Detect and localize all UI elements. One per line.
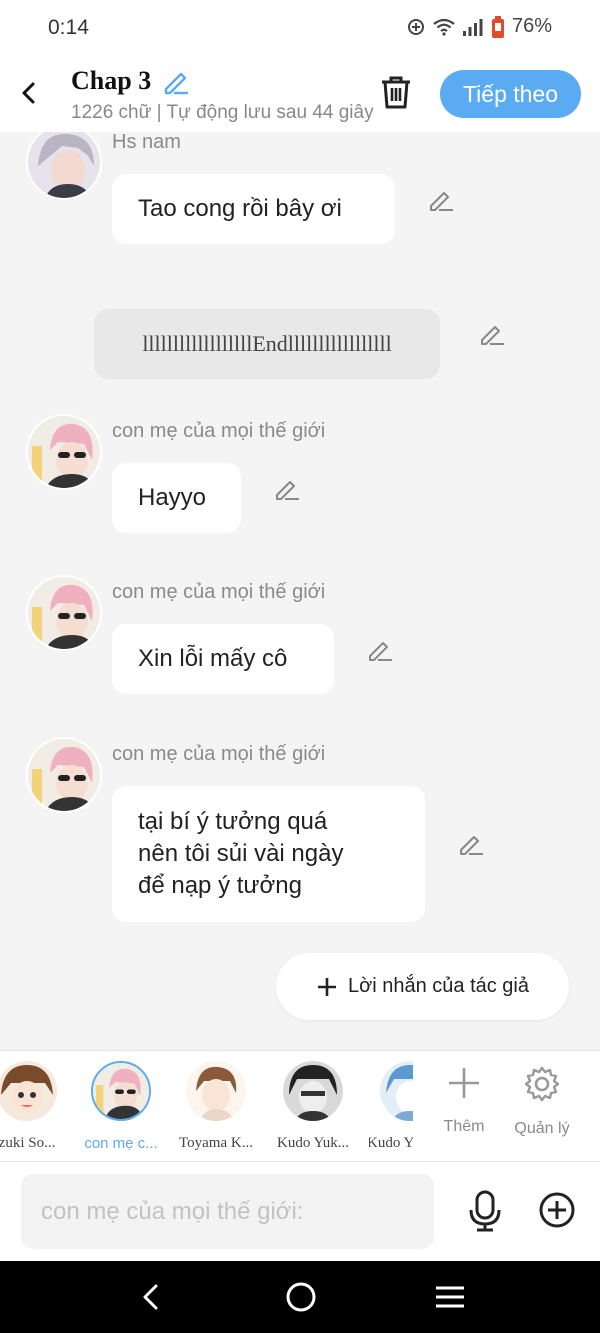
plus-icon (317, 977, 336, 996)
character-name: con mẹ c... (84, 1135, 158, 1152)
manage-label: Quản lý (514, 1120, 570, 1137)
battery-percent: 76% (511, 15, 552, 37)
wifi-icon (433, 18, 455, 36)
avatar[interactable] (26, 414, 102, 490)
message-bubble[interactable]: Hayyo (112, 463, 241, 533)
message-bubble[interactable]: tại bí ý tưởng quá nên tôi sủi vài ngày … (112, 786, 425, 922)
status-icons: 76% (406, 15, 552, 38)
author-note-label: Lời nhắn của tác giả (347, 975, 529, 997)
sender-name: Hs nam (112, 132, 181, 153)
word-count-autosave: 1226 chữ | Tự động lưu sau 44 giây (71, 102, 374, 123)
mic-icon[interactable] (466, 1190, 504, 1232)
message-bubble[interactable]: Xin lỗi mấy cô (112, 624, 334, 694)
nav-back-icon[interactable] (136, 1281, 166, 1313)
chat-area: Hs nam Tao cong rồi bây ơi lllllllllllll… (0, 132, 600, 1050)
avatar[interactable] (26, 132, 102, 200)
plus-icon (449, 1068, 479, 1098)
battery-icon (491, 15, 504, 38)
sender-name: con mẹ của mọi thế giới (112, 743, 326, 765)
character-name: Kudo Y (369, 1135, 413, 1151)
pencil-icon[interactable] (479, 321, 505, 347)
avatar[interactable] (26, 575, 102, 651)
gear-icon (524, 1066, 560, 1102)
message-line: tại bí ý tưởng quá (138, 808, 328, 835)
manage-button[interactable]: Quản lý (507, 1065, 577, 1138)
sender-name: con mẹ của mọi thế giới (112, 420, 326, 442)
character-item[interactable]: con mẹ c... (81, 1061, 161, 1152)
character-avatar (0, 1061, 57, 1121)
signal-icon (462, 18, 483, 36)
status-bar: 0:14 76% (0, 0, 600, 56)
character-avatar (380, 1061, 413, 1121)
character-name: zuki So... (0, 1135, 56, 1151)
pencil-icon[interactable] (160, 65, 192, 97)
message-bubble[interactable]: Tao cong rồi bây ơi (112, 174, 395, 244)
next-button[interactable]: Tiếp theo (440, 70, 581, 118)
status-time: 0:14 (48, 16, 89, 39)
message-line: nên tôi sủi vài ngày (138, 840, 344, 867)
character-avatar (91, 1061, 151, 1121)
plus-circle-icon[interactable] (537, 1190, 577, 1230)
character-strip[interactable]: zuki So... con mẹ c... Toyama K... Kudo … (0, 1050, 600, 1162)
pencil-icon[interactable] (458, 831, 484, 857)
author-note-button[interactable]: Lời nhắn của tác giả (276, 953, 569, 1020)
back-icon[interactable] (14, 76, 44, 110)
data-saver-icon (407, 18, 424, 35)
trash-icon[interactable] (379, 74, 413, 110)
pencil-icon[interactable] (428, 187, 454, 213)
chapter-title[interactable]: Chap 3 (71, 66, 151, 96)
character-avatar (186, 1061, 246, 1121)
character-avatar (283, 1061, 343, 1121)
character-name: Kudo Yuk... (277, 1135, 349, 1151)
add-label: Thêm (443, 1118, 485, 1135)
message-input[interactable] (21, 1174, 434, 1249)
character-item[interactable]: Kudo Yuk... (273, 1061, 353, 1152)
nav-home-icon[interactable] (285, 1281, 317, 1313)
message-line: để nạp ý tưởng (138, 872, 302, 899)
avatar[interactable] (26, 737, 102, 813)
character-item[interactable]: Toyama K... (176, 1061, 256, 1152)
editor-header: Chap 3 1226 chữ | Tự động lưu sau 44 giâ… (0, 56, 600, 132)
message-input-row (0, 1162, 600, 1261)
pencil-icon[interactable] (274, 476, 300, 502)
character-name: Toyama K... (179, 1135, 253, 1151)
pencil-icon[interactable] (367, 637, 393, 663)
end-divider[interactable]: llllllllllllllllllEndlllllllllllllllll (94, 309, 440, 379)
character-item[interactable]: Kudo Y (369, 1061, 413, 1152)
add-character-button[interactable]: Thêm (429, 1065, 499, 1136)
character-item[interactable]: zuki So... (0, 1061, 67, 1152)
nav-menu-icon[interactable] (434, 1281, 466, 1313)
system-nav-bar (0, 1261, 600, 1333)
sender-name: con mẹ của mọi thế giới (112, 581, 326, 603)
